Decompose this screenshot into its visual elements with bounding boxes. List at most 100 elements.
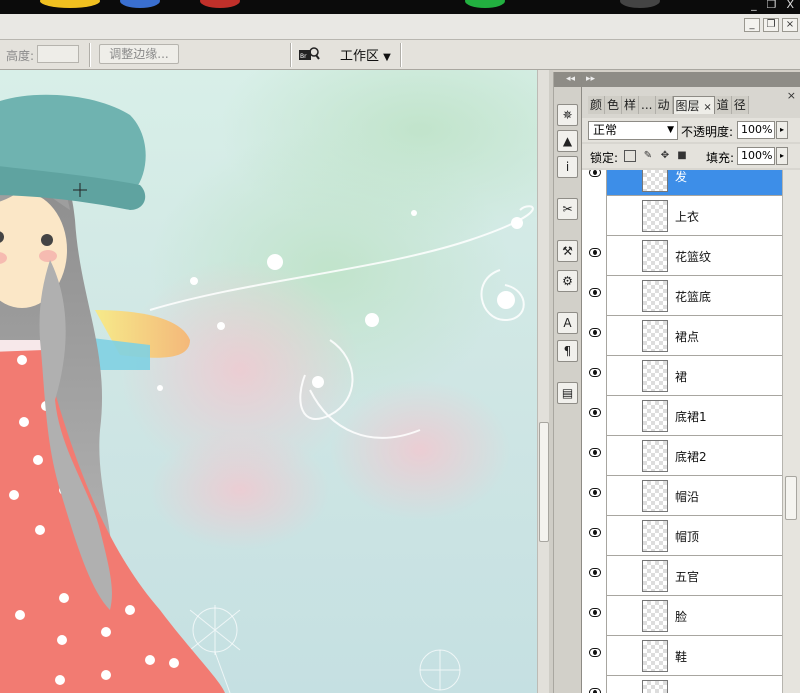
opacity-slider-arrow-icon[interactable]: ▸ (776, 121, 788, 139)
taskbar-app-icon[interactable] (465, 0, 505, 8)
taskbar-app-icon[interactable] (620, 0, 660, 8)
layer-row[interactable]: 发 (582, 170, 782, 196)
link-cell[interactable] (608, 636, 638, 676)
layer-thumbnail[interactable] (642, 480, 668, 512)
link-cell[interactable] (608, 676, 638, 693)
taskbar-app-icon[interactable] (200, 0, 240, 8)
opacity-input[interactable]: 100% (737, 121, 775, 139)
layer-thumbnail[interactable] (642, 200, 668, 232)
dock-collapse-icon[interactable]: ◂◂ (554, 72, 581, 87)
tab-paths[interactable]: 径 (731, 96, 749, 114)
visibility-toggle[interactable] (582, 170, 607, 196)
layer-row[interactable]: 底裙2 (582, 436, 782, 476)
link-cell[interactable] (608, 170, 638, 196)
info-icon[interactable]: i (557, 156, 578, 178)
layer-name[interactable]: 发 (675, 170, 687, 185)
tool-presets-icon[interactable]: ⚒ (557, 240, 578, 262)
layer-name[interactable]: 裙 (675, 368, 687, 385)
layer-thumbnail[interactable] (642, 640, 668, 672)
layer-name[interactable]: 花篮底 (675, 288, 711, 305)
bridge-icon[interactable]: Br (298, 46, 320, 62)
link-cell[interactable] (608, 356, 638, 396)
character-icon[interactable]: A (557, 312, 578, 334)
layer-thumbnail[interactable] (642, 400, 668, 432)
layer-row[interactable]: 脸 (582, 596, 782, 636)
layer-thumbnail[interactable] (642, 520, 668, 552)
layer-name[interactable]: 帽顶 (675, 528, 699, 545)
fill-slider-arrow-icon[interactable]: ▸ (776, 147, 788, 165)
layer-name[interactable]: 底裙2 (675, 448, 707, 465)
layer-thumbnail[interactable] (642, 280, 668, 312)
visibility-toggle[interactable] (582, 676, 607, 693)
visibility-toggle[interactable] (582, 316, 607, 356)
layer-thumbnail[interactable] (642, 320, 668, 352)
layer-thumbnail[interactable] (642, 360, 668, 392)
close-button[interactable]: X (786, 0, 794, 10)
layer-row[interactable]: 上衣 (582, 196, 782, 236)
layer-row[interactable]: 花篮底 (582, 276, 782, 316)
doc-close-button[interactable]: × (782, 18, 798, 32)
tab-styles[interactable]: 样 (622, 96, 640, 114)
layer-row[interactable]: 帽顶 (582, 516, 782, 556)
link-cell[interactable] (608, 236, 638, 276)
layer-name[interactable]: 底裙1 (675, 408, 707, 425)
lock-transparent-icon[interactable] (624, 150, 636, 162)
panel-expand-icon[interactable]: ▸▸ (582, 72, 800, 87)
layer-row[interactable]: 鞋 (582, 636, 782, 676)
scrollbar-thumb[interactable] (785, 476, 797, 520)
layer-name[interactable]: 脸 (675, 608, 687, 625)
tab-layers[interactable]: 图层 × (672, 96, 715, 114)
visibility-toggle[interactable] (582, 276, 607, 316)
paragraph-icon[interactable]: ¶ (557, 340, 578, 362)
doc-restore-button[interactable]: ❐ (763, 18, 779, 32)
visibility-toggle[interactable] (582, 476, 607, 516)
workspace-menu[interactable]: 工作区 ▼ (340, 45, 391, 64)
brushes-icon[interactable]: ✂ (557, 198, 578, 220)
layer-thumbnail[interactable] (642, 240, 668, 272)
tab-color-2[interactable]: 色 (605, 96, 623, 114)
canvas-vertical-scrollbar[interactable] (537, 70, 549, 693)
visibility-toggle[interactable] (582, 516, 607, 556)
layer-row[interactable]: 五官 (582, 556, 782, 596)
layer-row[interactable]: 裙 (582, 356, 782, 396)
tab-actions[interactable]: 动 (655, 96, 673, 114)
layer-thumbnail[interactable] (642, 560, 668, 592)
layer-name[interactable]: 裙点 (675, 328, 699, 345)
visibility-toggle[interactable] (582, 196, 607, 236)
clone-source-icon[interactable]: ⚙ (557, 270, 578, 292)
link-cell[interactable] (608, 396, 638, 436)
minimize-button[interactable]: _ (751, 0, 757, 10)
visibility-toggle[interactable] (582, 636, 607, 676)
navigator-icon[interactable]: ✵ (557, 104, 578, 126)
lock-paint-icon[interactable]: ✎ (642, 150, 654, 162)
height-input[interactable] (37, 45, 79, 63)
link-cell[interactable] (608, 596, 638, 636)
layer-thumbnail[interactable] (642, 170, 668, 192)
tab-color-1[interactable]: 颜 (588, 96, 606, 114)
lock-all-icon[interactable]: ■ (676, 150, 688, 162)
link-cell[interactable] (608, 316, 638, 356)
document-canvas[interactable] (0, 70, 537, 693)
panel-close-button[interactable]: × (787, 89, 796, 102)
blend-mode-select[interactable]: 正常 ▼ (588, 121, 678, 140)
link-cell[interactable] (608, 556, 638, 596)
layer-row[interactable]: 花篮纹 (582, 236, 782, 276)
doc-minimize-button[interactable]: _ (744, 18, 760, 32)
link-cell[interactable] (608, 436, 638, 476)
layer-name[interactable]: 五官 (675, 568, 699, 585)
taskbar-app-icon[interactable] (40, 0, 100, 8)
lock-move-icon[interactable]: ✥ (659, 150, 671, 162)
visibility-toggle[interactable] (582, 596, 607, 636)
fill-input[interactable]: 100% (737, 147, 775, 165)
visibility-toggle[interactable] (582, 436, 607, 476)
tab-overflow[interactable]: ... (639, 96, 656, 114)
layer-row[interactable]: 帽沿 (582, 476, 782, 516)
tab-close-icon[interactable]: × (703, 102, 711, 113)
layer-row[interactable]: 裙点 (582, 316, 782, 356)
layer-name[interactable]: 鞋 (675, 648, 687, 665)
layer-name[interactable]: 上衣 (675, 208, 699, 225)
layer-row[interactable]: 底裙1 (582, 396, 782, 436)
taskbar-app-icon[interactable] (120, 0, 160, 8)
refine-edge-button[interactable]: 调整边缘... (99, 44, 179, 64)
link-cell[interactable] (608, 276, 638, 316)
